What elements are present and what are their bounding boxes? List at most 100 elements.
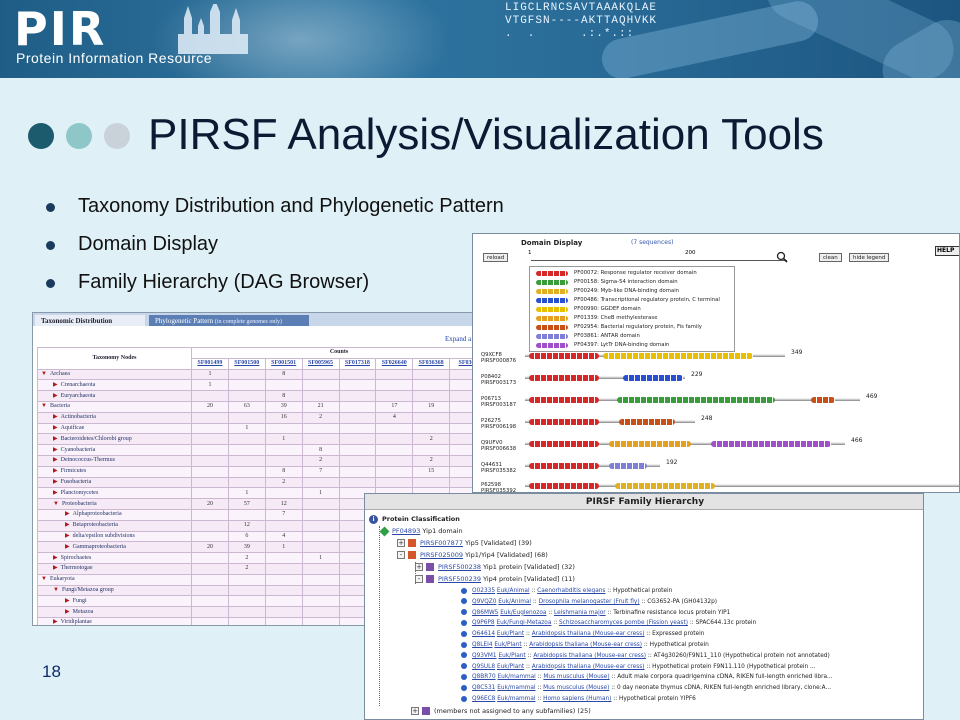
- entry-taxon-link[interactable]: Euk/Animal: [497, 588, 530, 594]
- sequence-label[interactable]: P06713 PIRSF003187: [481, 396, 516, 408]
- domain-block[interactable]: [811, 397, 835, 403]
- taxonomy-node-cell[interactable]: ▶ Thermotogae: [37, 562, 192, 575]
- sequence-label[interactable]: Q9UFV0 PIRSF006638: [481, 440, 516, 452]
- entry-taxon-link[interactable]: Euk/mammal: [497, 674, 535, 680]
- collapse-icon[interactable]: ▼: [41, 403, 47, 409]
- taxonomy-node-cell[interactable]: ▶ Viridiplantae: [37, 616, 192, 625]
- sequence-label[interactable]: P26275 PIRSF006198: [481, 418, 516, 430]
- entry-organism-link[interactable]: Mus musculus (Mouse): [543, 674, 609, 680]
- entry-organism-link[interactable]: Caenorhabditis elegans: [537, 588, 605, 594]
- entry-organism-link[interactable]: Arabidopsis thaliana (Mouse-ear cress): [529, 642, 642, 648]
- expand-icon[interactable]: ▶: [65, 609, 70, 615]
- domain-block[interactable]: [529, 463, 599, 469]
- entry-taxon-link[interactable]: Euk/Plant: [497, 664, 524, 670]
- node-link[interactable]: PIRSF007877: [420, 539, 463, 547]
- entry-taxon-link[interactable]: Euk/mammal: [497, 685, 535, 691]
- entry-taxon-link[interactable]: Euk/Plant: [494, 642, 521, 648]
- column-header[interactable]: SF001499: [191, 357, 229, 370]
- domain-block[interactable]: [711, 441, 831, 447]
- taxonomy-node-cell[interactable]: ▶ delta/epsilon subdivisions: [37, 530, 192, 543]
- hierarchy-node[interactable]: PF04893 Yip1 domain: [379, 526, 463, 537]
- entry-organism-link[interactable]: Leishmania major: [554, 610, 606, 616]
- column-header[interactable]: SF001500: [227, 357, 266, 370]
- entry-taxon-link[interactable]: Euk/Euglenozoa: [500, 610, 546, 616]
- taxonomy-node-cell[interactable]: ▶ Aquificae: [37, 422, 192, 435]
- domain-block[interactable]: [529, 441, 599, 447]
- entry-organism-link[interactable]: Arabidopsis thaliana (Mouse-ear cress): [532, 664, 645, 670]
- node-link[interactable]: PIRSF500239: [438, 575, 481, 583]
- taxonomy-node-cell[interactable]: ▶ Cyanobacteria: [37, 444, 192, 456]
- entry-organism-link[interactable]: Schizosaccharomyces pombe (Fission yeast…: [559, 620, 688, 626]
- node-link[interactable]: PF04893: [392, 527, 420, 535]
- pfam-id[interactable]: PF00158: [574, 279, 597, 285]
- taxonomy-node-cell[interactable]: ▶ Alphaproteobacteria: [37, 508, 192, 521]
- domain-block[interactable]: [529, 353, 599, 359]
- node-link[interactable]: PIRSF025009: [420, 551, 463, 559]
- entry-taxon-link[interactable]: Euk/Plant: [498, 653, 525, 659]
- expand-icon[interactable]: ▶: [65, 598, 70, 604]
- pfam-id[interactable]: PF04397: [574, 342, 597, 348]
- expand-icon[interactable]: ▶: [53, 447, 58, 453]
- sequence-label[interactable]: Q44631 PIRSF035382: [481, 462, 516, 474]
- column-header[interactable]: SF026640: [375, 357, 414, 370]
- entry-accession-link[interactable]: Q8LEI4: [472, 642, 493, 648]
- pfam-id[interactable]: PF01339: [574, 315, 597, 321]
- hide-legend-button[interactable]: hide legend: [849, 253, 890, 262]
- entry-accession-link[interactable]: Q93VM1: [472, 653, 497, 659]
- entry-taxon-link[interactable]: Euk/Fungi-Metazoa: [496, 620, 551, 626]
- taxonomy-node-cell[interactable]: ▶ Fusobacteria: [37, 476, 192, 489]
- zoom-icon[interactable]: [776, 251, 788, 263]
- reload-button[interactable]: reload: [483, 253, 509, 262]
- taxonomy-node-cell[interactable]: ▶ Firmicutes: [37, 465, 192, 478]
- hierarchy-node[interactable]: + PIRSF007877 Yip5 [Validated] (39): [397, 538, 532, 549]
- domain-block[interactable]: [609, 463, 647, 469]
- pfam-id[interactable]: PF00072: [574, 270, 597, 276]
- node-link[interactable]: PIRSF500238: [438, 563, 481, 571]
- collapse-icon[interactable]: ▼: [41, 371, 47, 377]
- hierarchy-node[interactable]: - PIRSF025009 Yip1/Yip4 [Validated] (68): [397, 550, 548, 561]
- taxonomy-node-cell[interactable]: ▶ Planctomycetes: [37, 487, 192, 500]
- entry-taxon-link[interactable]: Euk/Plant: [497, 631, 524, 637]
- domain-block[interactable]: [615, 483, 715, 489]
- expand-icon[interactable]: ▶: [53, 555, 58, 561]
- expand-toggle[interactable]: -: [415, 575, 423, 583]
- expand-icon[interactable]: ▶: [53, 393, 58, 399]
- expand-icon[interactable]: ▶: [53, 414, 58, 420]
- entry-accession-link[interactable]: Q86MW5: [472, 610, 498, 616]
- column-header[interactable]: SF001501: [264, 357, 303, 370]
- entry-accession-link[interactable]: Q8BR70: [472, 674, 496, 680]
- expand-icon[interactable]: ▶: [53, 479, 58, 485]
- entry-accession-link[interactable]: Q9P6P8: [472, 620, 495, 626]
- entry-organism-link[interactable]: Arabidopsis thaliana (Mouse-ear cress): [532, 631, 645, 637]
- taxonomy-node-cell[interactable]: ▼ Fungi/Metazoa group: [37, 584, 192, 597]
- expand-icon[interactable]: ▶: [53, 468, 58, 474]
- sequence-label[interactable]: P62598 PIRSF035392: [481, 482, 516, 492]
- hierarchy-node[interactable]: - PIRSF500239 Yip4 protein [Validated] (1…: [415, 574, 575, 585]
- help-button[interactable]: HELP: [935, 246, 959, 256]
- entry-accession-link[interactable]: O64614: [472, 631, 495, 637]
- expand-icon[interactable]: ▶: [53, 619, 58, 625]
- taxonomy-node-cell[interactable]: ▼ Proteobacteria: [37, 498, 192, 510]
- entry-accession-link[interactable]: Q9SUL8: [472, 664, 495, 670]
- expand-icon[interactable]: ▶: [65, 511, 70, 517]
- domain-block[interactable]: [529, 483, 599, 489]
- entry-accession-link[interactable]: Q96EC8: [472, 696, 495, 702]
- taxonomy-node-cell[interactable]: ▶ Actinobacteria: [37, 411, 192, 424]
- domain-block[interactable]: [617, 397, 775, 403]
- sequence-label[interactable]: Q9XCF8 PIRSF000876: [481, 352, 516, 364]
- entry-accession-link[interactable]: Q8C531: [472, 685, 495, 691]
- domain-block[interactable]: [529, 419, 599, 425]
- domain-block[interactable]: [609, 441, 691, 447]
- unassigned-members-row[interactable]: + (members not assigned to any subfamilie…: [411, 706, 591, 717]
- expand-toggle[interactable]: -: [397, 551, 405, 559]
- expand-toggle[interactable]: +: [411, 707, 419, 715]
- hierarchy-node[interactable]: + PIRSF500238 Yip1 protein [Validated] (3…: [415, 562, 575, 573]
- taxonomy-node-cell[interactable]: ▶ Spirochaetes: [37, 552, 192, 564]
- expand-icon[interactable]: ▶: [65, 533, 70, 539]
- tab-phylogenetic-pattern[interactable]: Phylogenetic Pattern (in complete genome…: [149, 315, 309, 326]
- pfam-id[interactable]: PF02954: [574, 324, 597, 330]
- sequence-label[interactable]: P08402 PIRSF003173: [481, 374, 516, 386]
- expand-toggle[interactable]: +: [415, 563, 423, 571]
- entry-accession-link[interactable]: O02335: [472, 588, 495, 594]
- tab-taxonomic-distribution[interactable]: Taxonomic Distribution: [35, 315, 145, 326]
